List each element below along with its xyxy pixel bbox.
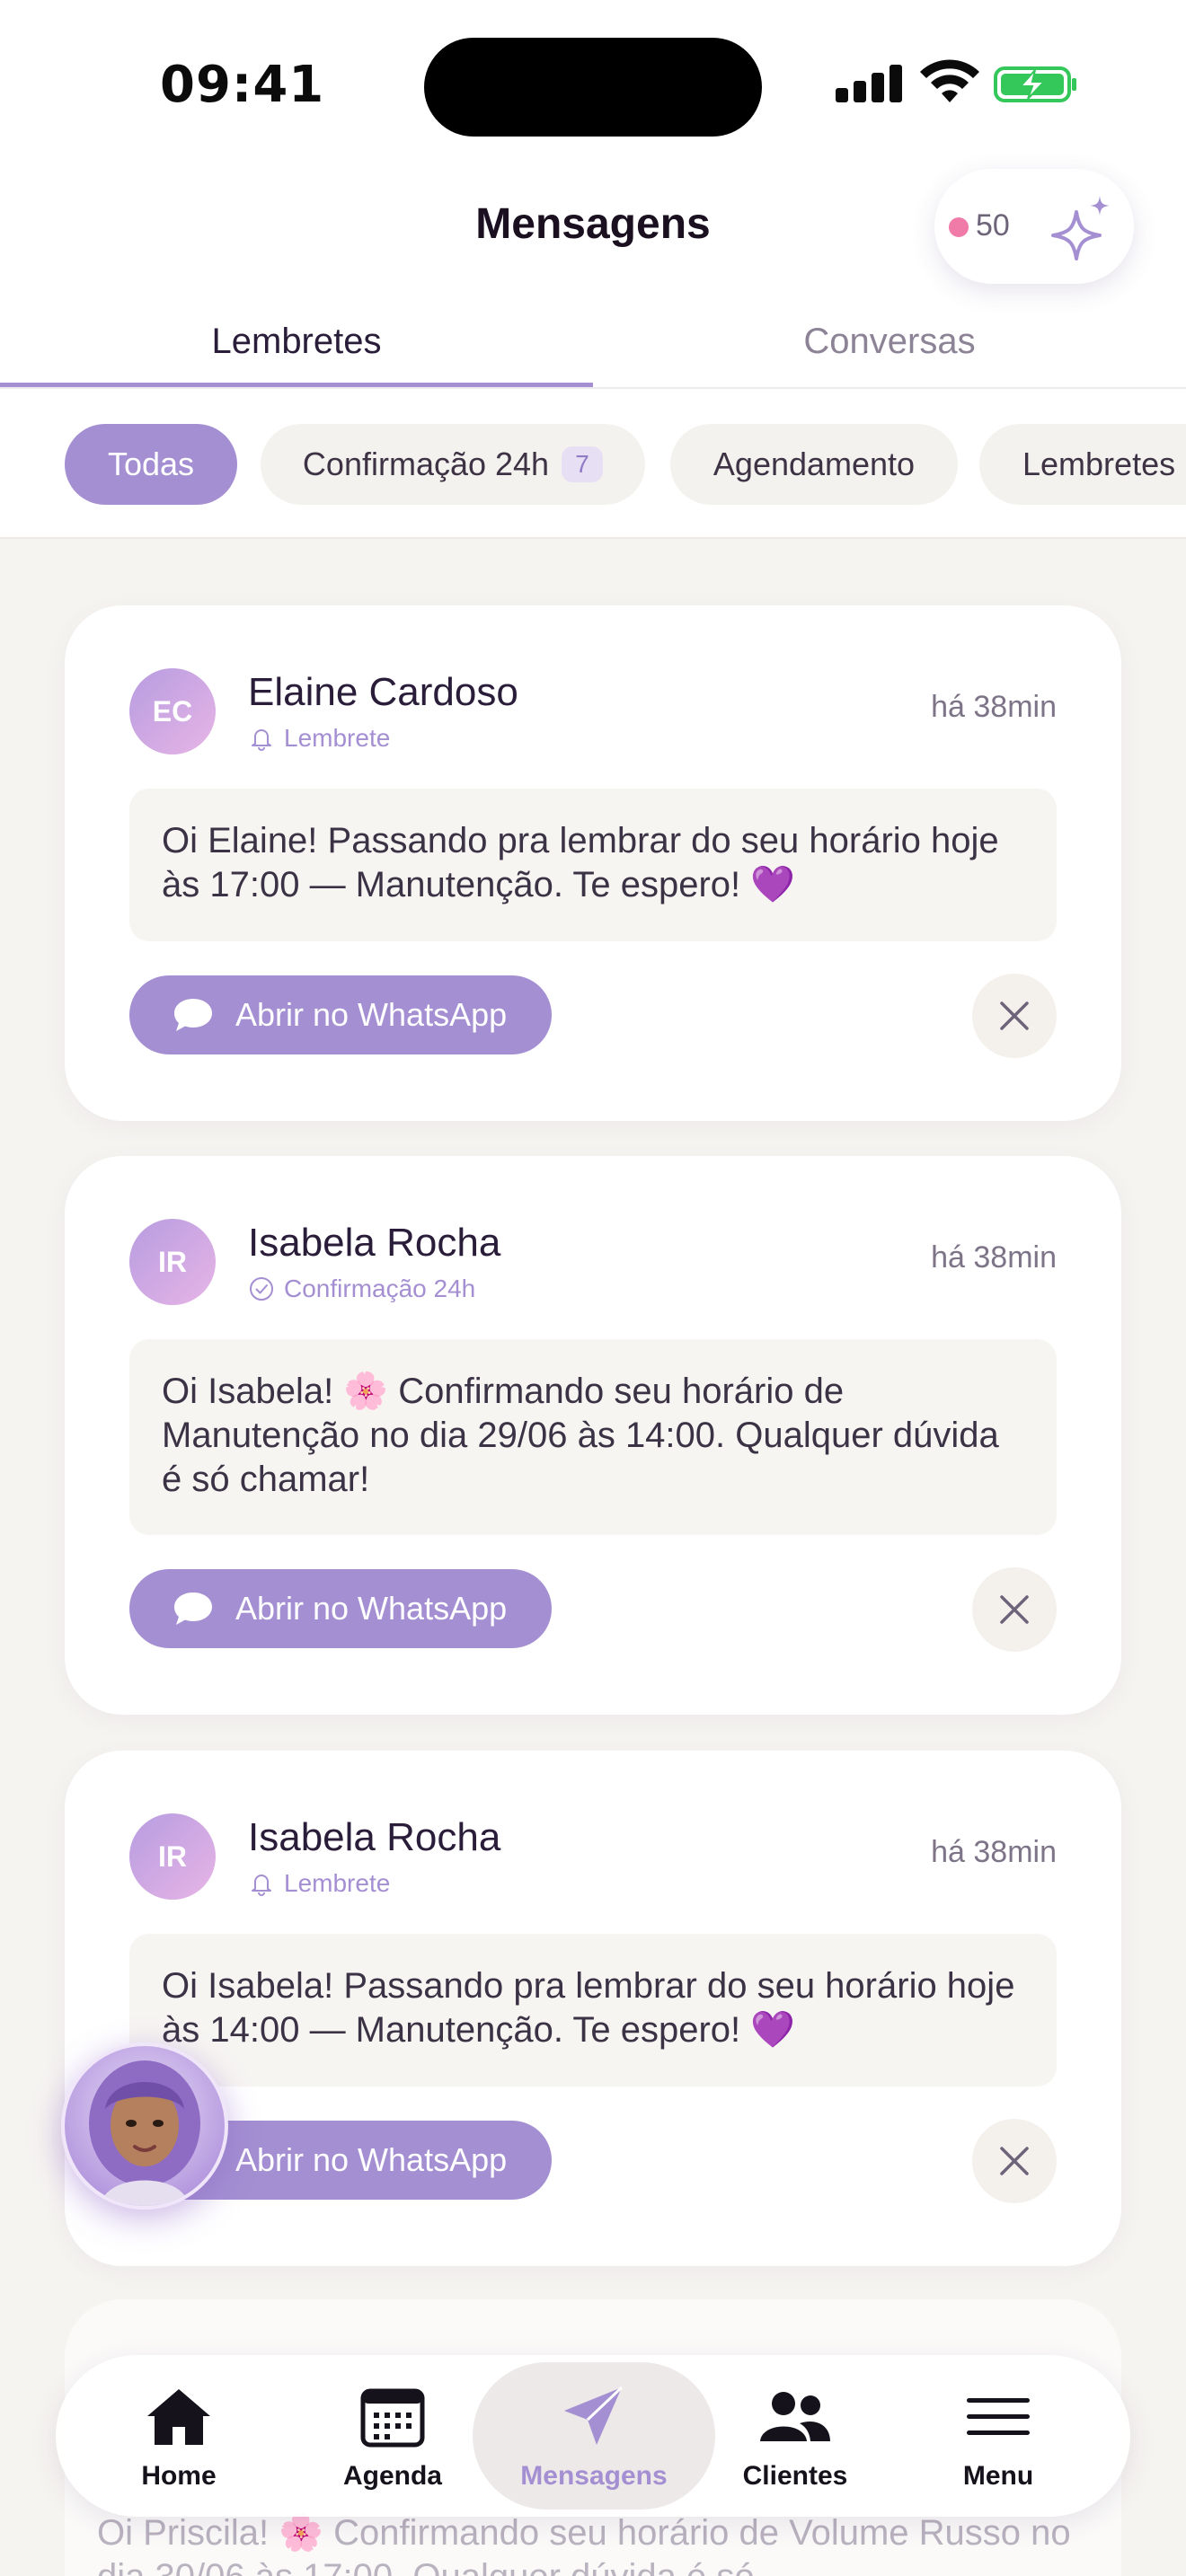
nav-label: Clientes bbox=[742, 2461, 848, 2491]
message-card: IR Isabela Rocha Lembrete há 38min Oi Is… bbox=[65, 1751, 1121, 2266]
message-card: IR Isabela Rocha Confirmação 24h há 38mi… bbox=[65, 1156, 1121, 1715]
chat-bubble-icon bbox=[174, 1592, 212, 1625]
bottom-nav: Home Agenda Mensagens Clientes Menu bbox=[56, 2355, 1130, 2517]
bell-icon bbox=[252, 729, 271, 751]
send-icon bbox=[564, 2386, 624, 2445]
avatar: EC bbox=[129, 668, 216, 754]
open-whatsapp-button[interactable]: Abrir no WhatsApp bbox=[129, 1569, 552, 1648]
nav-item-clientes[interactable]: Clientes bbox=[692, 2355, 898, 2517]
nav-item-home[interactable]: Home bbox=[75, 2355, 282, 2517]
filter-chip-label: Lembretes bbox=[1022, 446, 1176, 482]
dismiss-button[interactable] bbox=[972, 2119, 1057, 2203]
message-type: Lembrete bbox=[248, 1869, 390, 1898]
calendar-icon bbox=[360, 2388, 425, 2448]
open-whatsapp-label: Abrir no WhatsApp bbox=[235, 996, 508, 1033]
filter-chip-confirmacao[interactable]: Confirmação 24h 7 bbox=[261, 424, 645, 505]
users-icon bbox=[760, 2392, 830, 2441]
open-whatsapp-label: Abrir no WhatsApp bbox=[235, 2141, 508, 2178]
avatar: IR bbox=[129, 1219, 216, 1305]
filter-chip-agendamento[interactable]: Agendamento bbox=[670, 424, 958, 505]
assistant-avatar-button[interactable] bbox=[61, 2042, 228, 2210]
bell-icon bbox=[252, 1875, 271, 1896]
battery-charging-icon bbox=[994, 66, 1076, 102]
message-time: há 38min bbox=[931, 1835, 1057, 1869]
credit-count: 50 bbox=[976, 208, 1010, 243]
message-type: Confirmação 24h bbox=[248, 1275, 475, 1303]
nav-label: Agenda bbox=[342, 2461, 442, 2491]
dismiss-button[interactable] bbox=[972, 1567, 1057, 1652]
message-text: Oi Isabela! 🌸 Confirmando seu horário de… bbox=[129, 1339, 1057, 1535]
nav-label: Menu bbox=[962, 2461, 1034, 2491]
open-whatsapp-button[interactable]: Abrir no WhatsApp bbox=[129, 975, 552, 1054]
nav-label: Mensagens bbox=[520, 2461, 668, 2491]
message-type-label: Lembrete bbox=[284, 1869, 391, 1897]
message-time: há 38min bbox=[931, 690, 1057, 724]
tab-conversas[interactable]: Conversas bbox=[593, 322, 1186, 362]
close-icon bbox=[1000, 1595, 1029, 1624]
open-whatsapp-label: Abrir no WhatsApp bbox=[235, 1590, 508, 1627]
chat-bubble-icon bbox=[174, 999, 212, 1031]
nav-item-mensagens[interactable]: Mensagens bbox=[491, 2355, 697, 2517]
count-badge: 7 bbox=[562, 446, 604, 482]
cellular-signal-icon bbox=[836, 65, 902, 102]
filter-chip-label: Todas bbox=[107, 446, 195, 482]
tab-divider bbox=[0, 387, 1186, 389]
dismiss-button[interactable] bbox=[972, 974, 1057, 1058]
messages-screen: 09:41 Mensagens 50 Lembretes Conversas T… bbox=[0, 0, 1186, 2576]
close-icon bbox=[1000, 2147, 1029, 2175]
header-area: 09:41 Mensagens 50 Lembretes Conversas T… bbox=[0, 0, 1186, 539]
client-name: Isabela Rocha bbox=[248, 1221, 501, 1265]
status-icons bbox=[836, 59, 1078, 113]
nav-item-menu[interactable]: Menu bbox=[895, 2355, 1102, 2517]
nav-item-agenda[interactable]: Agenda bbox=[289, 2355, 496, 2517]
filter-chips: Todas Confirmação 24h 7 Agendamento Lemb… bbox=[0, 424, 1186, 505]
client-name: Isabela Rocha bbox=[248, 1815, 501, 1859]
header-divider bbox=[0, 537, 1186, 539]
message-type-label: Lembrete bbox=[284, 724, 391, 752]
message-text: Oi Elaine! Passando pra lembrar do seu h… bbox=[129, 789, 1057, 941]
credit-dot-icon bbox=[949, 217, 969, 237]
status-time: 09:41 bbox=[160, 56, 325, 114]
menu-icon bbox=[967, 2398, 1030, 2435]
filter-chip-lembretes[interactable]: Lembretes bbox=[979, 424, 1186, 505]
message-text: Oi Priscila! 🌸 Confirmando seu horário d… bbox=[97, 2513, 1071, 2576]
message-time: há 38min bbox=[931, 1240, 1057, 1275]
message-text: Oi Isabela! Passando pra lembrar do seu … bbox=[129, 1934, 1057, 2086]
filter-chip-label: Agendamento bbox=[712, 446, 916, 482]
message-type-label: Confirmação 24h bbox=[284, 1275, 476, 1302]
filter-chip-label: Confirmação 24h bbox=[302, 446, 550, 482]
message-card: EC Elaine Cardoso Lembrete há 38min Oi E… bbox=[65, 605, 1121, 1121]
filter-chip-todas[interactable]: Todas bbox=[65, 424, 237, 505]
check-circle-icon bbox=[250, 1277, 273, 1301]
message-type: Lembrete bbox=[248, 724, 390, 753]
wifi-icon bbox=[920, 59, 979, 102]
home-icon bbox=[147, 2389, 210, 2445]
tab-lembretes[interactable]: Lembretes bbox=[0, 322, 593, 362]
client-name: Elaine Cardoso bbox=[248, 670, 518, 714]
assistant-avatar-icon bbox=[89, 2060, 200, 2206]
ai-credits-button[interactable]: 50 bbox=[934, 169, 1134, 284]
sparkle-icon bbox=[1051, 196, 1110, 260]
nav-label: Home bbox=[141, 2461, 217, 2491]
avatar: IR bbox=[129, 1813, 216, 1900]
dynamic-island bbox=[424, 38, 762, 137]
close-icon bbox=[1000, 1001, 1029, 1030]
